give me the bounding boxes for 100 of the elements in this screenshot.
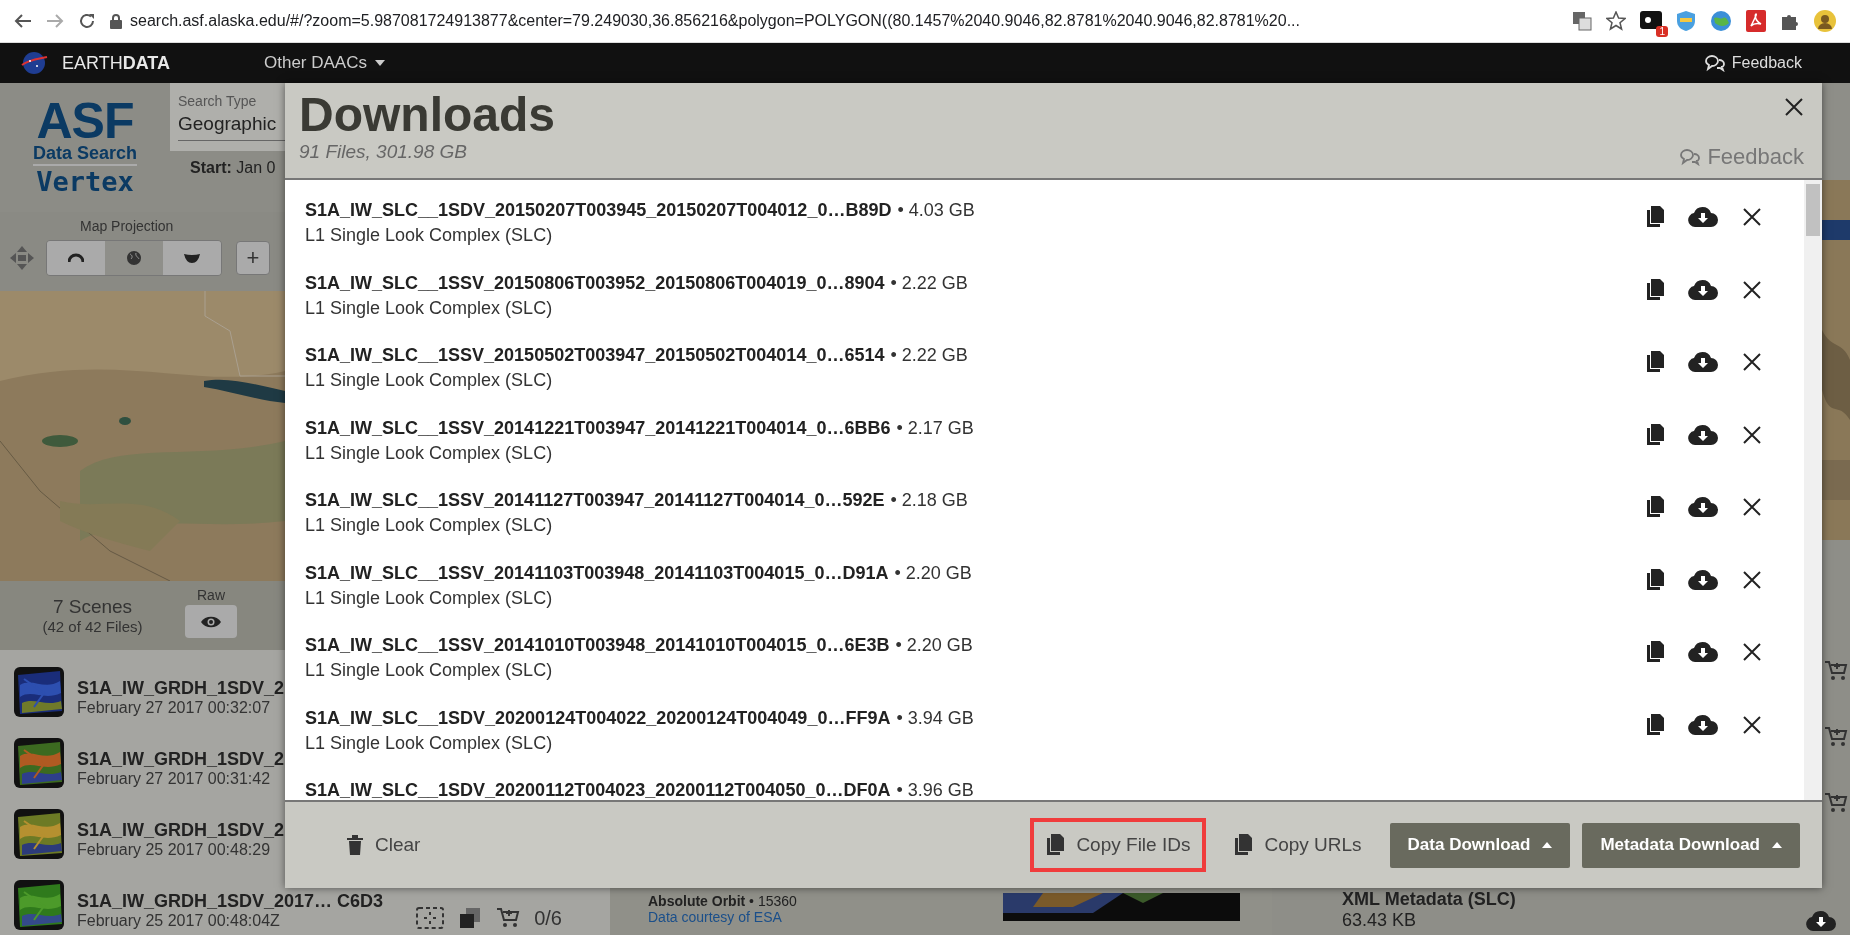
copy-icon bbox=[1646, 496, 1664, 518]
eye-button[interactable] bbox=[185, 605, 237, 638]
globe-icon bbox=[126, 250, 142, 266]
chat-icon bbox=[1703, 54, 1726, 72]
remove-icon[interactable] bbox=[1742, 714, 1762, 735]
cart-add-icon[interactable] bbox=[1824, 726, 1848, 748]
cloud-download-icon[interactable] bbox=[1688, 352, 1718, 372]
cloud-download-icon[interactable] bbox=[1688, 279, 1718, 300]
file-name: S1A_IW_SLC__1SDV_20200112T004023_20200112T004050_0…DF0A bbox=[305, 780, 891, 800]
remove-icon[interactable] bbox=[1742, 642, 1762, 662]
url-field[interactable]: search.asf.alaska.edu/#/?zoom=5.987081724913877&center=79.249030,36.856216&polygon=POLYGON((80.1457%2040.9046,82.8781%2040.9046,82.8781%20... bbox=[130, 12, 1300, 30]
raw-label: Raw bbox=[197, 587, 225, 603]
remove-icon[interactable] bbox=[1742, 497, 1762, 517]
start-date: Start: Jan 0 bbox=[189, 159, 277, 177]
copy-icon bbox=[1646, 278, 1664, 301]
download-summary: 91 Files, 301.98 GB bbox=[299, 141, 467, 163]
caret-icon bbox=[1542, 842, 1553, 848]
copy-icon bbox=[1646, 351, 1664, 373]
file-name: S1A_IW_SLC__1SSV_20141221T003947_20141221T004014_0…6BB6 bbox=[305, 417, 891, 439]
dropdown-button[interactable]: Metadata Download bbox=[1582, 822, 1800, 868]
copy-icon bbox=[1646, 423, 1664, 446]
brand-name[interactable]: EARTHDATA bbox=[62, 52, 170, 74]
file-name: S1A_IW_SLC__1SSV_20150502T003947_20150502T004014_0…6514 bbox=[305, 345, 885, 366]
map-projection-label: Map Projection bbox=[80, 218, 174, 234]
remove-icon[interactable] bbox=[1742, 352, 1762, 372]
logo-subtitle: Data Search bbox=[32, 142, 138, 166]
file-name: S1A_IW_SLC__1SDV_20150207T003945_20150207T004012_0…B89D bbox=[305, 200, 892, 221]
avatar-icon[interactable] bbox=[1814, 10, 1836, 32]
other-daacs-menu[interactable]: Other DAACs bbox=[264, 53, 385, 73]
file-name: S1A_IW_SLC__1SSV_20150806T003952_20150806T004019_0…8904 bbox=[305, 272, 885, 294]
cloud-download-icon[interactable] bbox=[1806, 911, 1836, 931]
reload-icon[interactable] bbox=[78, 12, 96, 30]
arc-icon bbox=[68, 253, 84, 263]
scene-name[interactable]: S1A_IW_GRDH_1SDV_2 bbox=[77, 749, 285, 770]
clear-button[interactable]: Clear bbox=[331, 818, 437, 872]
file-size: • 2.22 GB bbox=[890, 345, 968, 366]
cloud-download-icon[interactable] bbox=[1688, 569, 1718, 590]
file-size: • 2.17 GB bbox=[896, 417, 974, 439]
file-count: (42 of 42 Files) bbox=[42, 618, 143, 635]
dialog-title: Downloads bbox=[299, 89, 555, 141]
cloud-download-icon[interactable] bbox=[1688, 207, 1718, 227]
extension-icon[interactable] bbox=[1640, 11, 1662, 31]
product-type: L1 Single Look Complex (SLC) bbox=[305, 732, 554, 754]
logo-title: ASF bbox=[36, 98, 134, 143]
file-name: S1A_IW_SLC__1SDV_20200124T004022_20200124T004049_0…FF9A bbox=[305, 707, 891, 729]
caret-icon bbox=[1772, 842, 1782, 848]
scene-name[interactable]: S1A_IW_GRDH_1SDV_2017… C6D3 bbox=[77, 891, 384, 912]
remove-icon[interactable] bbox=[1742, 569, 1762, 590]
scene-name[interactable]: S1A_IW_GRDH_1SDV_2 bbox=[77, 678, 285, 699]
copy-button[interactable]: Copy URLs bbox=[1218, 818, 1378, 872]
cloud-download-icon[interactable] bbox=[1688, 424, 1718, 445]
nasa-logo-icon bbox=[20, 51, 48, 75]
remove-icon[interactable] bbox=[1742, 279, 1762, 300]
scene-name[interactable]: S1A_IW_GRDH_1SDV_2 bbox=[77, 820, 285, 841]
copy-icon bbox=[1646, 641, 1664, 663]
file-size: • 2.20 GB bbox=[894, 562, 972, 584]
copy-icon bbox=[1646, 713, 1664, 736]
copy-icon bbox=[1046, 834, 1065, 856]
feedback-link[interactable]: Feedback bbox=[1703, 54, 1802, 72]
projection-button[interactable] bbox=[105, 241, 163, 275]
projection-button[interactable] bbox=[163, 241, 221, 275]
cart-add-icon[interactable] bbox=[1824, 660, 1848, 682]
file-name: S1A_IW_SLC__1SSV_20141103T003948_20141103T004015_0…D91A bbox=[305, 562, 889, 584]
cart-count: 0/6 bbox=[534, 906, 562, 930]
zoom-in-button[interactable]: + bbox=[236, 241, 270, 275]
cloud-download-icon[interactable] bbox=[1688, 497, 1718, 517]
projection-button[interactable] bbox=[47, 241, 105, 275]
cart-add-icon[interactable] bbox=[496, 907, 521, 929]
product-type: L1 Single Look Complex (SLC) bbox=[305, 225, 554, 246]
translate-icon[interactable] bbox=[1572, 11, 1592, 31]
scrollbar[interactable] bbox=[1804, 180, 1822, 800]
product-type: L1 Single Look Complex (SLC) bbox=[305, 515, 554, 536]
remove-icon[interactable] bbox=[1742, 207, 1762, 227]
bowl-icon bbox=[183, 253, 201, 263]
globe-icon[interactable] bbox=[1710, 10, 1732, 32]
scene-date: February 27 2017 00:31:42 bbox=[77, 770, 272, 788]
product-type: L1 Single Look Complex (SLC) bbox=[305, 587, 554, 609]
product-type: L1 Single Look Complex (SLC) bbox=[305, 297, 554, 319]
star-icon[interactable] bbox=[1606, 11, 1626, 31]
cart-add-icon[interactable] bbox=[1824, 792, 1848, 814]
caret-icon bbox=[375, 60, 385, 66]
search-type-field[interactable]: Search Type Geographic bbox=[170, 83, 288, 151]
cloud-download-icon[interactable] bbox=[1688, 714, 1718, 735]
layers-icon[interactable] bbox=[458, 906, 483, 930]
copy-button[interactable]: Copy File IDs bbox=[1030, 818, 1207, 872]
remove-icon[interactable] bbox=[1742, 424, 1762, 445]
shield-icon[interactable] bbox=[1676, 10, 1696, 32]
file-size: • 2.22 GB bbox=[890, 272, 968, 294]
scene-date: February 25 2017 00:48:04Z bbox=[77, 912, 281, 930]
zoom-to-icon[interactable] bbox=[416, 907, 445, 929]
scene-count: 7 Scenes bbox=[52, 596, 133, 618]
file-size: • 2.20 GB bbox=[895, 635, 973, 656]
cloud-download-icon[interactable] bbox=[1688, 642, 1718, 662]
file-size: • 3.94 GB bbox=[896, 707, 974, 729]
pdf-icon[interactable] bbox=[1746, 10, 1766, 32]
close-button[interactable] bbox=[1784, 97, 1804, 117]
dropdown-button[interactable]: Data Download bbox=[1389, 822, 1571, 868]
absolute-orbit: Absolute Orbit • 15360 bbox=[648, 893, 798, 909]
file-size: • 4.03 GB bbox=[897, 200, 975, 221]
back-icon[interactable] bbox=[14, 13, 32, 29]
